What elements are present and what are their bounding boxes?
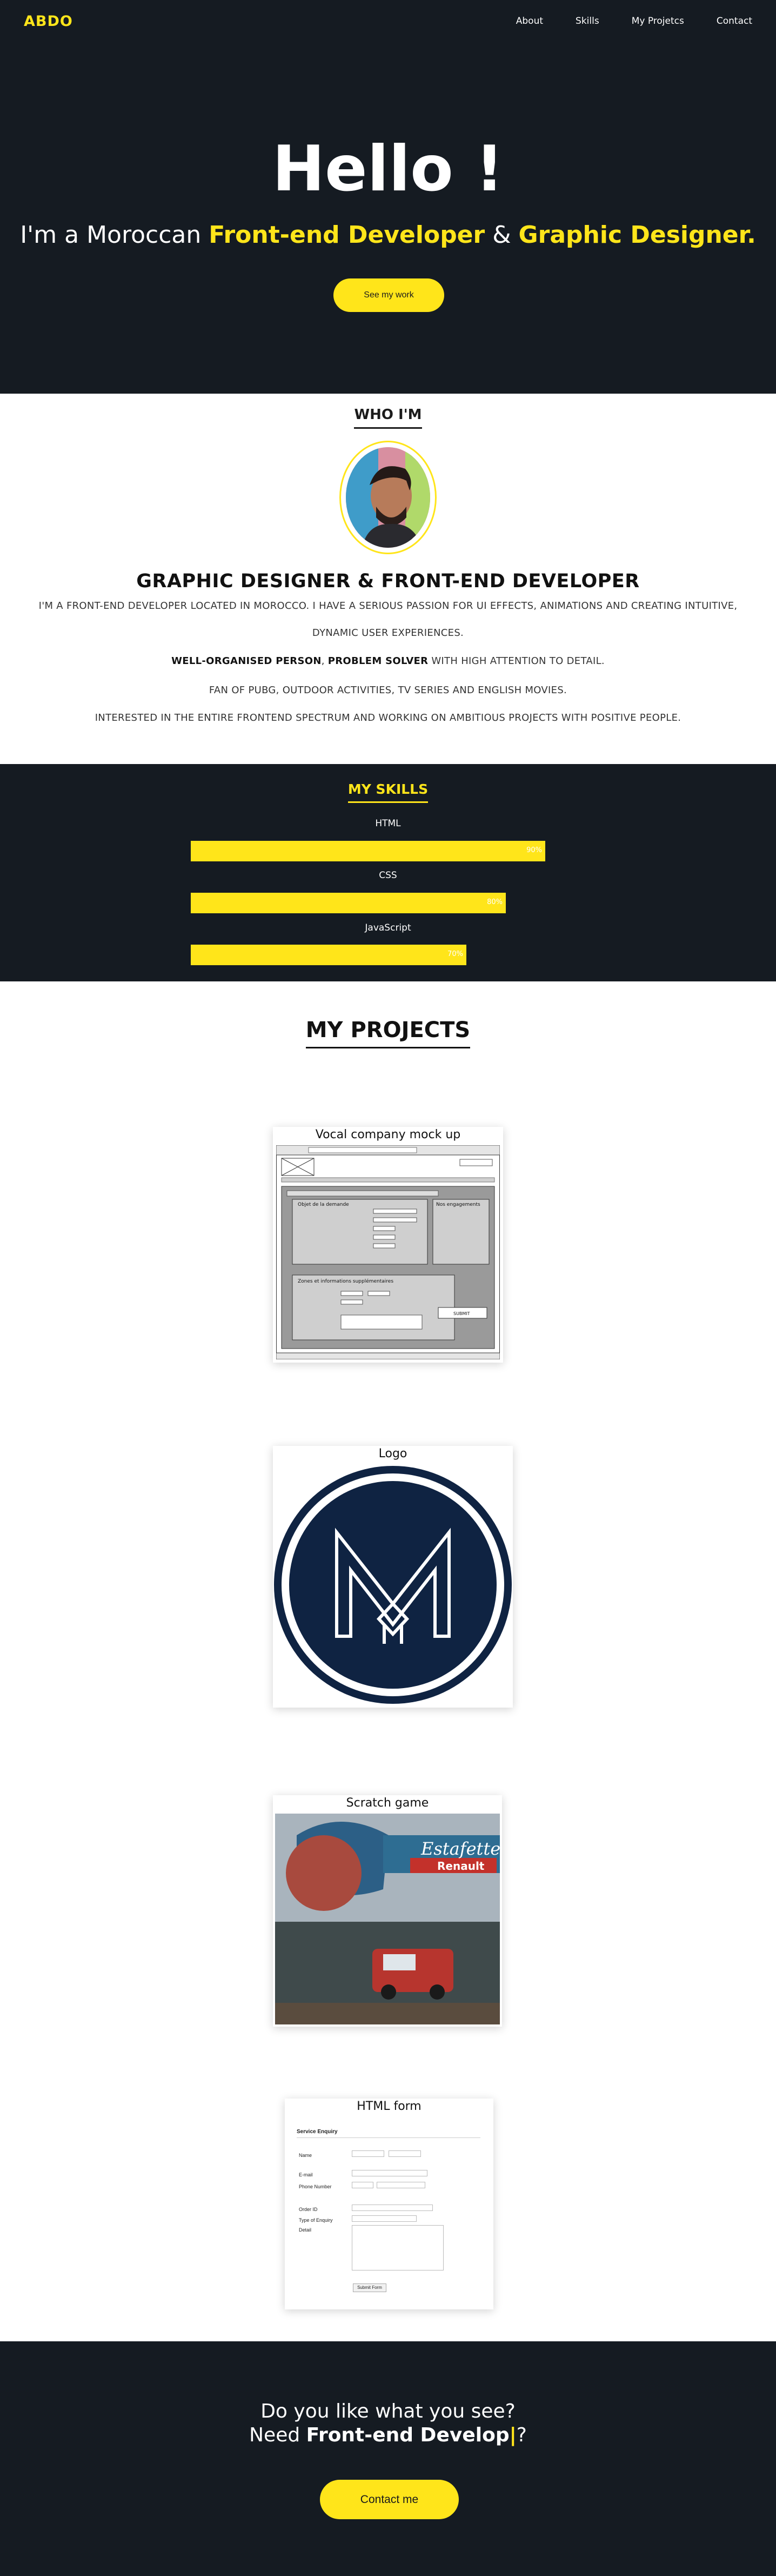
- trait-problem-solver: PROBLEM SOLVER: [327, 655, 429, 667]
- form-divider: [297, 2137, 480, 2138]
- scratch-brand-text: Renault: [437, 1860, 485, 1873]
- mockup-submit: SUBMIT: [453, 1311, 470, 1316]
- nav-link-about[interactable]: About: [516, 16, 543, 26]
- footer-need-prefix: Need: [249, 2424, 306, 2446]
- project-title: Logo: [378, 1447, 407, 1460]
- top-navbar: ABDO About Skills My Projetcs Contact: [0, 0, 776, 42]
- trait-sep: ,: [321, 655, 328, 667]
- skill-percent-javascript: 70%: [447, 950, 463, 958]
- nav-link-skills[interactable]: Skills: [576, 16, 599, 26]
- hero-sub-amp: &: [485, 221, 519, 249]
- mockup-label-commitments: Nos engagements: [436, 1202, 480, 1207]
- project-card-scratch-game[interactable]: Scratch game Estafette Renault: [273, 1795, 502, 2027]
- hero-role-designer: Graphic Designer.: [518, 221, 756, 249]
- project-card-vocal-mockup[interactable]: Vocal company mock up Objet de la demand…: [273, 1127, 503, 1363]
- form-heading: Service Enquiry: [297, 2129, 338, 2135]
- scratch-sign-text: Estafette: [420, 1838, 500, 1859]
- about-paragraph-3: WELL-ORGANISED PERSON, PROBLEM SOLVER WI…: [0, 655, 776, 667]
- skill-name-javascript: JavaScript: [365, 922, 411, 933]
- trait-rest: WITH HIGH ATTENTION TO DETAIL.: [428, 655, 605, 667]
- projects-title: MY PROJECTS: [0, 1018, 776, 1048]
- footer-question: Do you like what you see?: [260, 2400, 516, 2422]
- form-input-first: [352, 2150, 384, 2157]
- scratch-game-thumbnail: Estafette Renault: [275, 1814, 500, 2024]
- project-title: Vocal company mock up: [315, 1128, 461, 1141]
- about-title-text: WHO I'M: [354, 407, 422, 429]
- hero-title: Hello !: [272, 132, 504, 205]
- nav-link-projects[interactable]: My Projetcs: [632, 16, 684, 26]
- brand-logo[interactable]: ABDO: [24, 13, 73, 30]
- hero-role-frontend: Front-end Developer: [209, 221, 485, 249]
- mockup-thumbnail: Objet de la demande Nos engagements Zone…: [276, 1145, 500, 1359]
- avatar: [346, 447, 430, 548]
- hero-sub-prefix: I'm a Moroccan: [20, 221, 209, 249]
- typing-cursor: |: [509, 2424, 517, 2446]
- about-paragraph-2: DYNAMIC USER EXPERIENCES.: [312, 627, 464, 639]
- form-label-type: Type of Enquiry: [299, 2218, 333, 2223]
- form-label-name: Name: [299, 2153, 312, 2158]
- form-textarea-detail: [352, 2225, 444, 2270]
- monogram-logo-icon: [274, 1466, 512, 1704]
- form-label-email: E-mail: [299, 2172, 313, 2177]
- skill-name-html: HTML: [375, 818, 401, 829]
- skill-bar-javascript: 70%: [191, 945, 466, 965]
- skills-title-text: MY SKILLS: [347, 781, 429, 803]
- see-my-work-button[interactable]: See my work: [333, 278, 444, 312]
- nav-link-contact[interactable]: Contact: [717, 16, 752, 26]
- form-select-type: [352, 2215, 417, 2222]
- form-label-phone: Phone Number: [299, 2184, 332, 2189]
- form-input-last: [389, 2150, 421, 2157]
- project-card-logo[interactable]: Logo: [273, 1446, 513, 1708]
- avatar-photo: [346, 447, 430, 548]
- skills-title: MY SKILLS: [0, 781, 776, 803]
- form-input-phone: [377, 2182, 425, 2188]
- form-submit-button: Submit Form: [353, 2283, 386, 2292]
- trait-organised: WELL-ORGANISED PERSON: [171, 655, 322, 667]
- contact-footer: [0, 2341, 776, 2576]
- nav-links: About Skills My Projetcs Contact: [484, 16, 752, 26]
- hero-subtitle: I'm a Moroccan Front-end Developer & Gra…: [0, 219, 776, 251]
- form-input-area: [352, 2182, 373, 2188]
- projects-title-text: MY PROJECTS: [305, 1018, 471, 1048]
- contact-me-button[interactable]: Contact me: [320, 2480, 459, 2519]
- project-title: HTML form: [357, 2100, 422, 2113]
- form-input-order: [352, 2205, 433, 2211]
- mockup-label-request: Objet de la demande: [298, 1202, 349, 1207]
- footer-need: Need Front-end Develop|?: [0, 2424, 776, 2447]
- project-title: Scratch game: [346, 1796, 429, 1810]
- footer-need-role: Front-end Develop: [306, 2424, 510, 2446]
- form-thumbnail: Service Enquiry Name E-mail Phone Number…: [285, 2118, 493, 2309]
- skill-bar-html: 90%: [191, 841, 545, 861]
- skill-percent-css: 80%: [487, 898, 503, 906]
- about-title: WHO I'M: [0, 407, 776, 429]
- skill-percent-html: 90%: [526, 846, 542, 854]
- skill-name-css: CSS: [379, 870, 397, 881]
- about-heading: GRAPHIC DESIGNER & FRONT-END DEVELOPER: [136, 570, 640, 592]
- mockup-label-extra: Zones et informations supplémentaires: [298, 1278, 393, 1284]
- footer-need-suffix: ?: [516, 2424, 527, 2446]
- form-label-detail: Detail: [299, 2227, 312, 2233]
- skill-bar-css: 80%: [191, 893, 506, 913]
- about-paragraph-4: FAN OF PUBG, OUTDOOR ACTIVITIES, TV SERI…: [209, 685, 567, 696]
- form-label-order: Order ID: [299, 2207, 318, 2212]
- form-input-email: [352, 2170, 427, 2176]
- about-paragraph-1: I'M A FRONT-END DEVELOPER LOCATED IN MOR…: [38, 600, 738, 612]
- project-card-html-form[interactable]: HTML form Service Enquiry Name E-mail Ph…: [285, 2099, 493, 2309]
- about-paragraph-5: INTERESTED IN THE ENTIRE FRONTEND SPECTR…: [95, 712, 681, 723]
